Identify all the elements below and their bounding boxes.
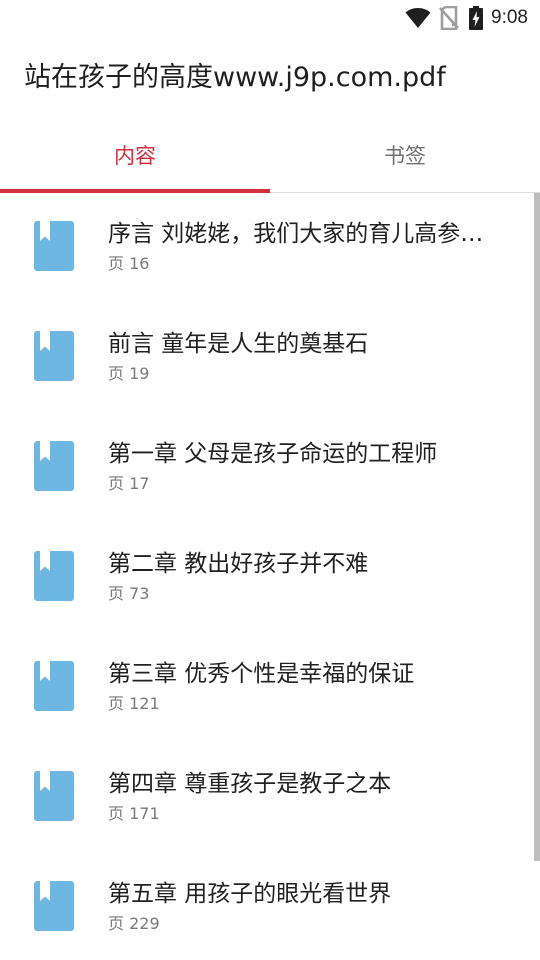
app-title: 站在孩子的高度www.j9p.com.pdf xyxy=(24,62,446,93)
battery-charging-icon xyxy=(469,6,484,30)
toc-item-page: 页 19 xyxy=(108,364,150,383)
toc-item[interactable]: 第五章 用孩子的眼光看世界 页 229 xyxy=(0,853,540,960)
toc-item[interactable]: 第三章 优秀个性是幸福的保证 页 121 xyxy=(0,633,540,743)
bookmark-icon xyxy=(34,441,74,491)
toc-item-page: 页 17 xyxy=(108,474,150,493)
toc-item-page: 页 73 xyxy=(108,584,150,603)
toc-item[interactable]: 前言 童年是人生的奠基石 页 19 xyxy=(0,303,540,413)
toc-item-title: 序言 刘姥姥，我们大家的育儿高参… xyxy=(108,221,484,247)
toc-item-page: 页 171 xyxy=(108,804,160,823)
toc-item-page: 页 121 xyxy=(108,694,160,713)
toc-item-title: 第四章 尊重孩子是教子之本 xyxy=(108,771,392,797)
bookmark-icon xyxy=(34,771,74,821)
toc-item-title: 第一章 父母是孩子命运的工程师 xyxy=(108,441,438,467)
bookmark-icon xyxy=(34,551,74,601)
no-sim-icon xyxy=(439,6,459,30)
scrollbar[interactable] xyxy=(534,193,540,861)
toc-item-page: 页 229 xyxy=(108,914,160,933)
toc-item-title: 前言 童年是人生的奠基石 xyxy=(108,331,369,357)
bookmark-icon xyxy=(34,661,74,711)
status-bar: 9:08 xyxy=(0,0,540,36)
toc-list[interactable]: 序言 刘姥姥，我们大家的育儿高参… 页 16 前言 童年是人生的奠基石 页 19… xyxy=(0,193,540,960)
status-time: 9:08 xyxy=(491,7,528,28)
toc-item-title: 第三章 优秀个性是幸福的保证 xyxy=(108,661,415,687)
toc-item[interactable]: 第四章 尊重孩子是教子之本 页 171 xyxy=(0,743,540,853)
toc-item-title: 第二章 教出好孩子并不难 xyxy=(108,551,369,577)
toc-item[interactable]: 第二章 教出好孩子并不难 页 73 xyxy=(0,523,540,633)
tab-contents[interactable]: 内容 xyxy=(0,122,270,192)
wifi-icon xyxy=(405,8,431,28)
app-bar: 站在孩子的高度www.j9p.com.pdf xyxy=(0,36,540,122)
tab-bookmarks[interactable]: 书签 xyxy=(270,122,540,192)
tab-bar: 内容 书签 xyxy=(0,122,540,193)
toc-item-page: 页 16 xyxy=(108,254,150,273)
bookmark-icon xyxy=(34,331,74,381)
toc-item[interactable]: 序言 刘姥姥，我们大家的育儿高参… 页 16 xyxy=(0,193,540,303)
toc-item[interactable]: 第一章 父母是孩子命运的工程师 页 17 xyxy=(0,413,540,523)
screen: 9:08 站在孩子的高度www.j9p.com.pdf 内容 书签 序言 刘姥姥… xyxy=(0,0,540,960)
status-icons: 9:08 xyxy=(405,5,528,31)
bookmark-icon xyxy=(34,881,74,931)
toc-item-title: 第五章 用孩子的眼光看世界 xyxy=(108,881,392,907)
bookmark-icon xyxy=(34,221,74,271)
